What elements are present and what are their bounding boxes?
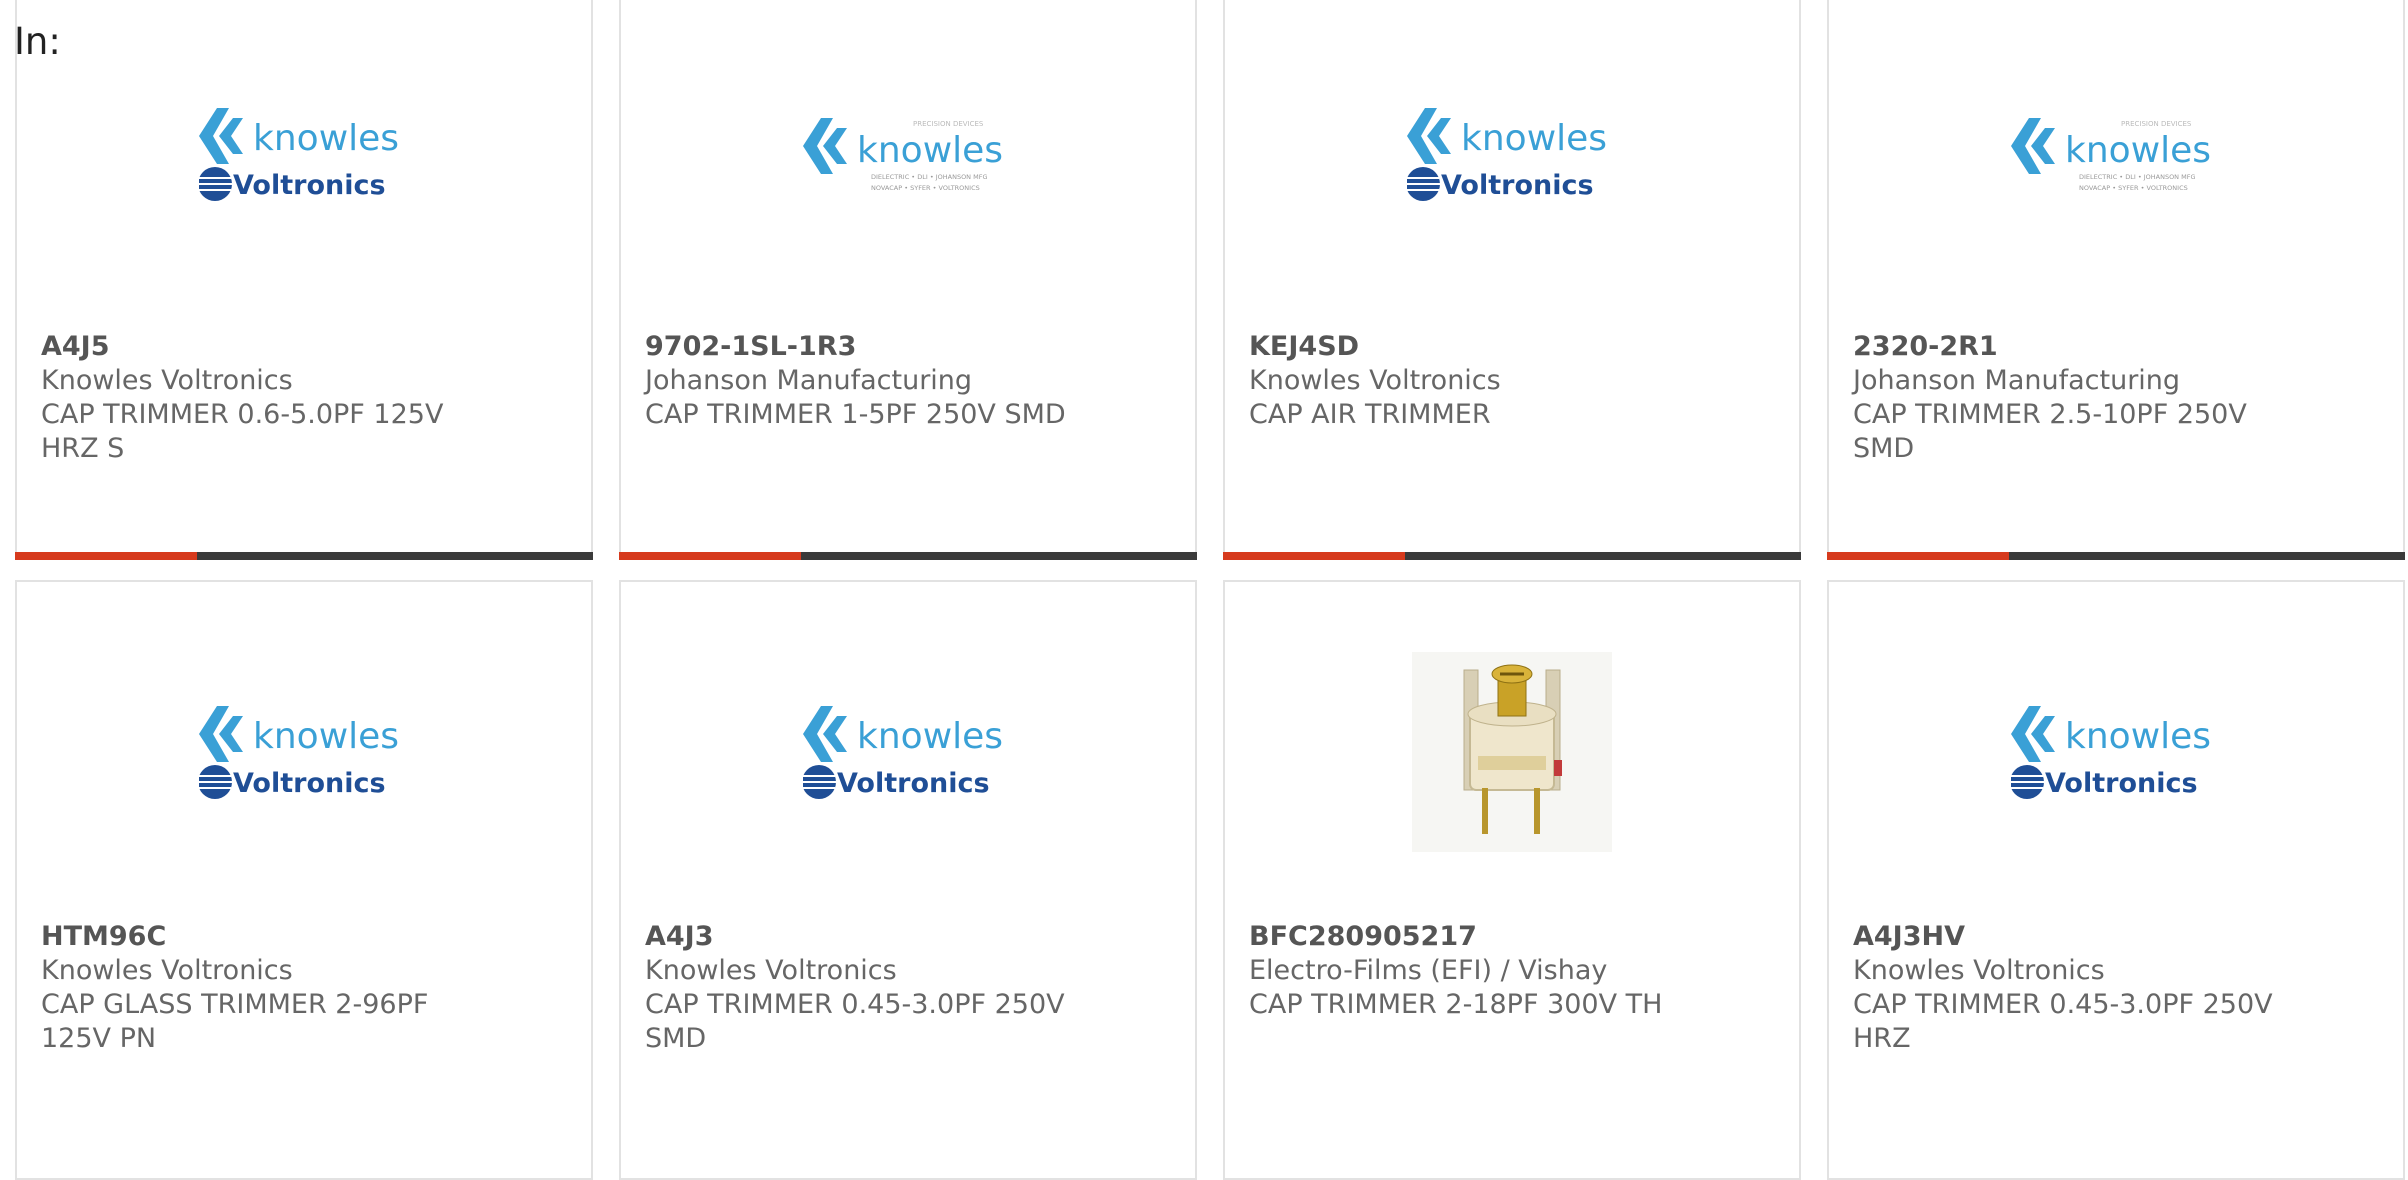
card-footer-bar: [15, 552, 593, 560]
product-card[interactable]: knowles Voltronics A4J3 Knowles Voltroni…: [619, 580, 1197, 1180]
product-image[interactable]: [1225, 642, 1799, 862]
knowles-voltronics-logo: knowles Voltronics: [2011, 706, 2211, 799]
svg-text:DIELECTRIC • DLI • JOHANSON MF: DIELECTRIC • DLI • JOHANSON MFG: [871, 173, 988, 181]
trimmer-capacitor-photo: [1412, 652, 1612, 852]
knowles-voltronics-logo: knowles Voltronics: [199, 108, 399, 201]
part-number[interactable]: HTM96C: [41, 920, 571, 954]
part-number[interactable]: 2320-2R1: [1853, 330, 2383, 364]
manufacturer: Knowles Voltronics: [645, 955, 897, 986]
product-card[interactable]: knowles Voltronics A4J3HV Knowles Voltro…: [1827, 580, 2405, 1180]
description: CAP TRIMMER 0.45-3.0PF 250V: [645, 989, 1065, 1020]
svg-text:knowles: knowles: [857, 716, 1003, 757]
product-card[interactable]: knowles Voltronics A4J5 Knowles Voltroni…: [15, 0, 593, 560]
svg-text:Voltronics: Voltronics: [837, 768, 990, 799]
knowles-precision-devices-logo: PRECISION DEVICES knowles DIELECTRIC • D…: [803, 118, 1003, 192]
svg-text:PRECISION DEVICES: PRECISION DEVICES: [2121, 120, 2192, 128]
knowles-voltronics-logo: knowles Voltronics: [199, 706, 399, 799]
manufacturer: Knowles Voltronics: [41, 955, 293, 986]
manufacturer: Knowles Voltronics: [1853, 955, 2105, 986]
svg-text:knowles: knowles: [2065, 716, 2211, 757]
description-cont: HRZ: [1853, 1023, 1911, 1054]
svg-text:NOVACAP • SYFER • VOLTRONICS: NOVACAP • SYFER • VOLTRONICS: [2079, 184, 2188, 192]
svg-text:NOVACAP • SYFER • VOLTRONICS: NOVACAP • SYFER • VOLTRONICS: [871, 184, 980, 192]
part-number[interactable]: A4J3: [645, 920, 1175, 954]
part-number[interactable]: A4J5: [41, 330, 571, 364]
description-cont: HRZ S: [41, 433, 125, 464]
svg-text:DIELECTRIC • DLI • JOHANSON MF: DIELECTRIC • DLI • JOHANSON MFG: [2079, 173, 2196, 181]
card-footer-bar: [1827, 552, 2405, 560]
svg-text:Voltronics: Voltronics: [233, 768, 386, 799]
description: CAP TRIMMER 2.5-10PF 250V: [1853, 399, 2247, 430]
manufacturer: Johanson Manufacturing: [645, 365, 973, 396]
svg-text:PRECISION DEVICES: PRECISION DEVICES: [913, 120, 984, 128]
description: CAP TRIMMER 2-18PF 300V TH: [1249, 989, 1663, 1020]
description: CAP TRIMMER 0.45-3.0PF 250V: [1853, 989, 2273, 1020]
description-cont: SMD: [645, 1023, 707, 1054]
filter-in-label: In:: [14, 20, 61, 63]
manufacturer: Knowles Voltronics: [1249, 365, 1501, 396]
product-image[interactable]: knowles Voltronics: [17, 642, 591, 862]
svg-text:knowles: knowles: [2065, 130, 2211, 171]
svg-text:Voltronics: Voltronics: [1441, 170, 1594, 201]
description: CAP GLASS TRIMMER 2-96PF: [41, 989, 429, 1020]
svg-text:knowles: knowles: [857, 130, 1003, 171]
product-image[interactable]: PRECISION DEVICES knowles DIELECTRIC • D…: [1829, 94, 2403, 214]
product-image[interactable]: knowles Voltronics: [621, 642, 1195, 862]
part-number[interactable]: A4J3HV: [1853, 920, 2383, 954]
description: CAP TRIMMER 0.6-5.0PF 125V: [41, 399, 444, 430]
product-card[interactable]: BFC280905217 Electro-Films (EFI) / Visha…: [1223, 580, 1801, 1180]
product-image[interactable]: PRECISION DEVICES knowles DIELECTRIC • D…: [621, 94, 1195, 214]
knowles-voltronics-logo: knowles Voltronics: [1407, 108, 1607, 201]
svg-text:Voltronics: Voltronics: [233, 170, 386, 201]
knowles-voltronics-logo: knowles Voltronics: [803, 706, 1003, 799]
svg-text:knowles: knowles: [1461, 118, 1607, 159]
product-card[interactable]: knowles Voltronics KEJ4SD Knowles Voltro…: [1223, 0, 1801, 560]
part-number[interactable]: BFC280905217: [1249, 920, 1779, 954]
product-card[interactable]: PRECISION DEVICES knowles DIELECTRIC • D…: [619, 0, 1197, 560]
manufacturer: Knowles Voltronics: [41, 365, 293, 396]
svg-text:Voltronics: Voltronics: [2045, 768, 2198, 799]
product-card[interactable]: knowles Voltronics HTM96C Knowles Voltro…: [15, 580, 593, 1180]
product-image[interactable]: knowles Voltronics: [17, 94, 591, 214]
svg-text:knowles: knowles: [253, 118, 399, 159]
part-number[interactable]: 9702-1SL-1R3: [645, 330, 1175, 364]
description: CAP TRIMMER 1-5PF 250V SMD: [645, 399, 1066, 430]
manufacturer: Johanson Manufacturing: [1853, 365, 2181, 396]
description: CAP AIR TRIMMER: [1249, 399, 1491, 430]
description-cont: 125V PN: [41, 1023, 157, 1054]
manufacturer: Electro-Films (EFI) / Vishay: [1249, 955, 1608, 986]
knowles-precision-devices-logo: PRECISION DEVICES knowles DIELECTRIC • D…: [2011, 118, 2211, 192]
description-cont: SMD: [1853, 433, 1915, 464]
product-image[interactable]: knowles Voltronics: [1829, 642, 2403, 862]
product-image[interactable]: knowles Voltronics: [1225, 94, 1799, 214]
part-number[interactable]: KEJ4SD: [1249, 330, 1779, 364]
product-card[interactable]: PRECISION DEVICES knowles DIELECTRIC • D…: [1827, 0, 2405, 560]
svg-text:knowles: knowles: [253, 716, 399, 757]
card-footer-bar: [619, 552, 1197, 560]
card-footer-bar: [1223, 552, 1801, 560]
